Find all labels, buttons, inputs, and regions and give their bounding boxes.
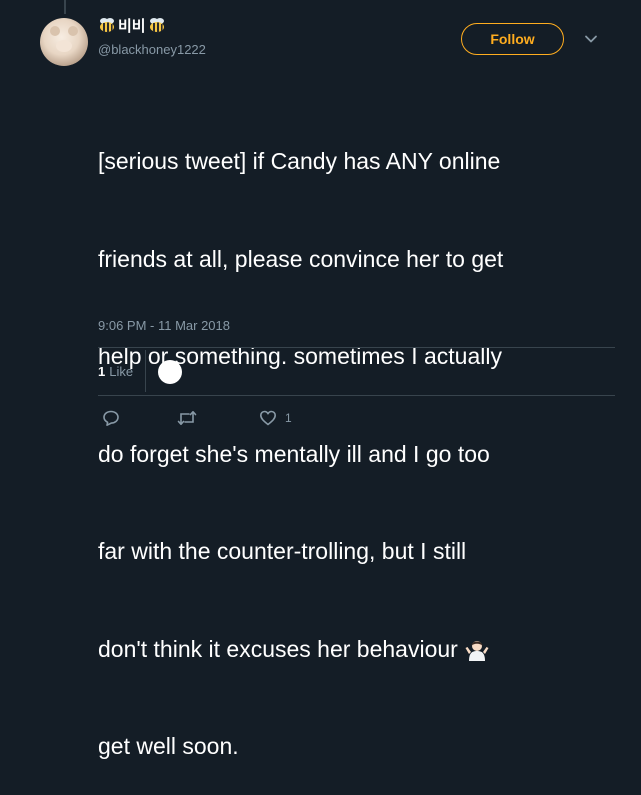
stat-separator <box>145 350 146 392</box>
follow-button[interactable]: Follow <box>461 23 564 55</box>
thread-connector-line <box>64 0 66 14</box>
author-name-row[interactable]: 비비 <box>98 15 166 35</box>
tweet-line: [serious tweet] if Candy has ANY online <box>98 148 501 174</box>
like-button[interactable]: 1 <box>259 407 292 429</box>
tweet-line: far with the counter-trolling, but I sti… <box>98 538 467 564</box>
tweet-timestamp[interactable]: 9:06 PM - 11 Mar 2018 <box>98 318 230 333</box>
avatar-face <box>56 40 72 52</box>
reply-icon <box>103 410 119 426</box>
retweet-icon <box>177 411 197 425</box>
avatar[interactable] <box>40 18 88 66</box>
reply-button[interactable] <box>102 407 120 429</box>
tweet-line: friends at all, please convince her to g… <box>98 245 504 272</box>
chevron-down-icon[interactable] <box>584 32 598 46</box>
divider <box>98 347 615 348</box>
likes-count: 1 <box>98 364 106 379</box>
author-handle[interactable]: @blackhoney1222 <box>98 42 206 57</box>
retweet-button[interactable] <box>177 407 197 429</box>
person-shrugging-icon <box>465 640 489 661</box>
tweet-line: don't think it excuses her behaviour <box>98 635 458 662</box>
avatar-ear <box>50 26 60 36</box>
likes-label: Like <box>109 364 134 379</box>
bee-icon <box>100 18 114 33</box>
divider <box>98 395 615 396</box>
avatar-ear <box>68 26 78 36</box>
tweet-line: do forget she's mentally ill and I go to… <box>98 440 490 467</box>
author-display-name: 비비 <box>118 17 146 35</box>
tweet-line-with-emoji: don't think it excuses her behaviour <box>98 633 618 666</box>
tweet-text: [serious tweet] if Candy has ANY online … <box>98 80 618 795</box>
bee-icon <box>149 18 164 33</box>
like-count: 1 <box>285 411 292 425</box>
liker-avatar[interactable] <box>158 360 182 384</box>
heart-icon <box>260 410 276 426</box>
likes-stat[interactable]: 1 Like <box>98 364 133 379</box>
tweet-line: get well soon. <box>98 733 239 759</box>
